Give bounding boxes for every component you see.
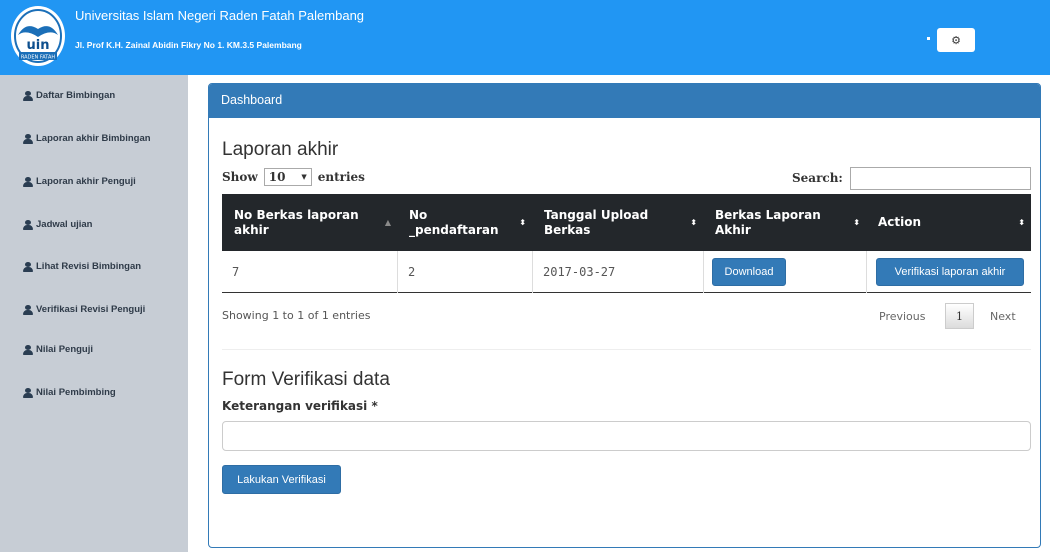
- svg-text:uin: uin: [27, 38, 50, 53]
- cell-no-pendaftaran: 2: [397, 251, 532, 293]
- pagination-page-1[interactable]: 1: [945, 303, 974, 329]
- page: uin RADEN FATAH Universitas Islam Negeri…: [0, 0, 1050, 552]
- user-icon: [22, 219, 34, 230]
- cell-no-berkas: 7: [232, 265, 240, 279]
- sidebar-item-lihat-revisi-bimbingan[interactable]: Lihat Revisi Bimbingan: [22, 261, 141, 272]
- sidebar-item-label: Laporan akhir Bimbingan: [36, 133, 151, 144]
- cell-tanggal: 2017-03-27: [532, 251, 703, 293]
- column-header-berkas[interactable]: Berkas Laporan Akhir ⬍: [703, 194, 866, 251]
- sort-icon: ⬍: [853, 218, 860, 227]
- column-label: No Berkas laporan akhir: [234, 207, 359, 237]
- pagination-previous[interactable]: Previous: [879, 310, 926, 323]
- column-header-action[interactable]: Action ⬍: [866, 194, 1031, 251]
- sidebar-item-label: Laporan akhir Penguji: [36, 176, 136, 187]
- panel-header: Dashboard: [209, 84, 1040, 118]
- university-logo: uin RADEN FATAH: [11, 6, 65, 66]
- sidebar-item-daftar-bimbingan[interactable]: Daftar Bimbingan: [22, 90, 115, 101]
- column-label: Action: [878, 215, 922, 229]
- header-dot: [927, 37, 930, 40]
- section-title-laporan: Laporan akhir: [222, 139, 339, 160]
- user-icon: [22, 261, 34, 272]
- search-input[interactable]: [850, 167, 1031, 190]
- sidebar-item-label: Lihat Revisi Bimbingan: [36, 261, 142, 272]
- sidebar-item-jadwal-ujian[interactable]: Jadwal ujian: [22, 219, 93, 230]
- column-header-tanggal[interactable]: Tanggal Upload Berkas ⬍: [532, 194, 703, 251]
- table-row: 7 2 2017-03-27 Download Verifikasi lapor…: [222, 251, 1031, 293]
- sidebar-item-label: Daftar Bimbingan: [36, 90, 116, 101]
- user-icon: [22, 176, 34, 187]
- column-label: Tanggal Upload Berkas: [544, 207, 649, 237]
- search-label: Search:: [792, 171, 843, 185]
- download-button[interactable]: Download: [712, 258, 786, 286]
- divider: [222, 349, 1031, 350]
- settings-button[interactable]: ⚙: [937, 28, 975, 52]
- verifikasi-laporan-button[interactable]: Verifikasi laporan akhir: [876, 258, 1024, 286]
- cell-berkas: Download: [703, 251, 866, 293]
- column-label: No _pendaftaran: [409, 207, 499, 237]
- sidebar-item-laporan-akhir-bimbingan[interactable]: Laporan akhir Bimbingan: [22, 133, 151, 144]
- panel-title: Dashboard: [221, 93, 283, 107]
- page-length-value: 10: [268, 170, 286, 184]
- user-icon: [22, 133, 34, 144]
- keterangan-input[interactable]: [222, 421, 1031, 451]
- sidebar-item-label: Nilai Penguji: [36, 344, 94, 355]
- entries-label: entries: [317, 170, 365, 184]
- table-header: No Berkas laporan akhir ▲ No _pendaftara…: [222, 194, 1031, 251]
- column-label: Berkas Laporan Akhir: [715, 207, 821, 237]
- sidebar-item-verifikasi-revisi-penguji[interactable]: Verifikasi Revisi Penguji: [22, 304, 145, 315]
- sidebar-item-laporan-akhir-penguji[interactable]: Laporan akhir Penguji: [22, 176, 136, 187]
- chevron-down-icon: ▼: [301, 173, 307, 181]
- university-address: Jl. Prof K.H. Zainal Abidin Fikry No 1. …: [75, 40, 302, 50]
- cell-action: Verifikasi laporan akhir: [866, 251, 1031, 293]
- sidebar-item-label: Jadwal ujian: [36, 219, 93, 230]
- column-header-no-berkas[interactable]: No Berkas laporan akhir ▲: [222, 194, 397, 251]
- sidebar-item-label: Verifikasi Revisi Penguji: [36, 304, 146, 315]
- user-icon: [22, 304, 34, 315]
- user-icon: [22, 387, 34, 398]
- svg-text:RADEN FATAH: RADEN FATAH: [21, 55, 56, 61]
- table-info: Showing 1 to 1 of 1 entries: [222, 309, 371, 322]
- page-length-select[interactable]: 10 ▼: [263, 168, 312, 186]
- gear-icon: ⚙: [951, 33, 961, 47]
- sidebar: Daftar Bimbingan Laporan akhir Bimbingan…: [0, 75, 188, 552]
- user-icon: [22, 344, 34, 355]
- top-header: uin RADEN FATAH Universitas Islam Negeri…: [0, 0, 1050, 75]
- column-header-no-pendaftaran[interactable]: No _pendaftaran ⬍: [397, 194, 532, 251]
- show-label: Show: [222, 170, 258, 184]
- sidebar-item-label: Nilai Pembimbing: [36, 387, 116, 398]
- university-name: Universitas Islam Negeri Raden Fatah Pal…: [75, 8, 365, 23]
- user-icon: [22, 90, 34, 101]
- length-control: Show 10 ▼ entries: [222, 168, 365, 186]
- sidebar-item-nilai-penguji[interactable]: Nilai Penguji: [22, 344, 93, 355]
- keterangan-label: Keterangan verifikasi *: [222, 399, 378, 413]
- form-title: Form Verifikasi data: [222, 369, 390, 390]
- sort-icon: ⬍: [1018, 218, 1025, 227]
- sidebar-item-nilai-pembimbing[interactable]: Nilai Pembimbing: [22, 387, 116, 398]
- sort-asc-icon: ▲: [384, 218, 391, 227]
- pagination-next[interactable]: Next: [990, 310, 1016, 323]
- sort-icon: ⬍: [519, 218, 526, 227]
- sort-icon: ⬍: [690, 218, 697, 227]
- lakukan-verifikasi-button[interactable]: Lakukan Verifikasi: [222, 465, 341, 494]
